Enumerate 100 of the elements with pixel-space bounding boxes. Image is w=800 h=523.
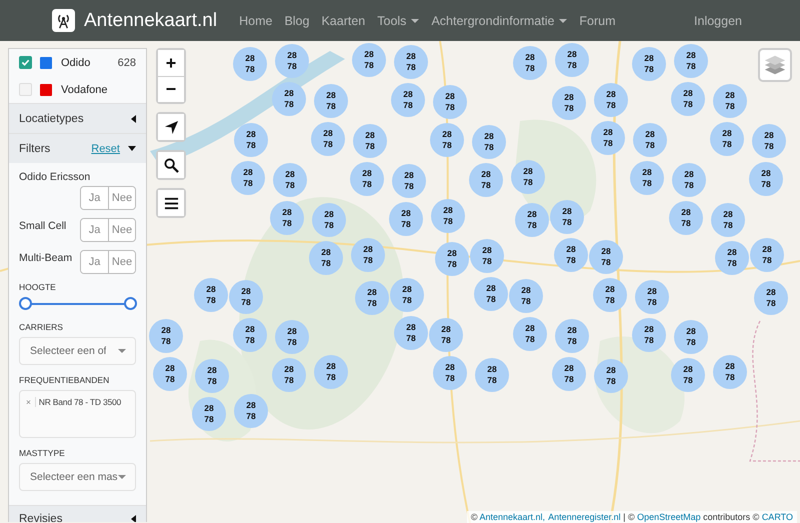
field-label: HOOGTE [19,282,57,292]
cluster-count: 78 [645,140,655,151]
cluster-count: 28 [282,207,292,218]
cluster-count: 28 [287,326,297,337]
slider-handle[interactable] [124,297,136,310]
cluster-count: 28 [241,286,251,297]
yes-toggle[interactable]: Ja [81,187,108,209]
cluster-count: 78 [285,180,295,191]
cluster-count: 78 [567,60,577,71]
cluster-count: 78 [284,99,294,110]
no-toggle[interactable]: Nee [108,219,135,241]
no-toggle[interactable]: Nee [108,187,135,209]
cluster-count: 78 [482,256,492,267]
cluster-count: 78 [606,376,616,387]
nav-dropdown[interactable]: Achtergrondinformatie [425,14,574,28]
cluster-count: 78 [243,178,253,189]
cluster-count: 78 [725,372,735,383]
antenna-logo-icon[interactable] [52,9,75,32]
cluster-count: 78 [282,218,292,229]
checkbox[interactable] [19,56,32,69]
cluster-count: 78 [681,218,691,229]
cluster-count: 28 [447,248,457,259]
locate-button[interactable] [158,114,184,140]
cluster-count: 78 [401,219,411,230]
cluster-count: 28 [441,324,451,335]
layers-button[interactable] [758,48,792,82]
yes-toggle[interactable]: Ja [81,251,108,273]
cluster-count: 78 [484,142,494,153]
section-title: Locatietypes [19,112,85,124]
cluster-count: 28 [324,209,334,220]
attribution-link[interactable]: Antennekaart.nl, [480,512,546,522]
cluster-count: 28 [161,325,171,336]
attribution-link[interactable]: CARTO [762,512,793,522]
cluster-count: 28 [362,168,372,179]
cluster-count: 28 [766,287,776,298]
search-button[interactable] [158,152,184,178]
cluster-count: 78 [207,376,217,387]
cluster-count: 28 [606,89,616,100]
cluster-count: 78 [562,217,572,228]
login-link[interactable]: Inloggen [688,14,748,28]
cluster-count: 28 [527,209,537,220]
nav-link[interactable]: Blog [278,14,316,28]
cluster-count: 78 [442,140,452,151]
cluster-count: 78 [321,258,331,269]
cluster-count: 78 [725,101,735,112]
cluster-count: 28 [326,90,336,101]
attribution-link[interactable]: Antenneregister.nl [548,512,621,522]
cluster-count: 28 [486,283,496,294]
cluster-count: 78 [287,337,297,348]
operator-count: 628 [118,56,136,68]
search-icon [164,158,178,172]
cluster-count: 78 [161,336,171,347]
cluster-count: 28 [606,365,616,376]
cluster-count: 78 [686,337,696,348]
cluster-count: 78 [564,103,574,114]
cluster-count: 28 [406,51,416,62]
cluster-count: 28 [401,208,411,219]
nav-link[interactable]: Home [233,14,278,28]
bands-multiselect[interactable]: × NR Band 78 - TD 3500 [19,390,136,438]
cluster-count: 28 [684,169,694,180]
cluster-count: 28 [567,49,577,60]
cluster-count: 28 [487,364,497,375]
cluster-count: 28 [683,88,693,99]
cluster-count: 78 [486,294,496,305]
cluster-count: 28 [761,168,771,179]
yes-toggle[interactable]: Ja [81,219,108,241]
cluster-count: 78 [722,139,732,150]
cluster-count: 78 [644,335,654,346]
site-name-link[interactable]: Antennekaart.nl [84,10,218,32]
nav-link[interactable]: Kaarten [315,14,372,28]
cluster-count: 28 [481,169,491,180]
section-header[interactable]: Locatietypes [9,103,146,133]
remove-tag-button[interactable]: × [26,397,36,407]
cluster-count: 78 [323,139,333,150]
cluster-count: 78 [443,216,453,227]
carriers-select[interactable]: Selecteer een of [19,337,136,365]
nav-link[interactable]: Forum [573,14,622,28]
cluster-count: 28 [285,169,295,180]
selected-band-tag: NR Band 78 - TD 3500 [38,397,122,407]
cluster-count: 78 [445,102,455,113]
cluster-count: 78 [727,258,737,269]
no-toggle[interactable]: Nee [108,251,135,273]
menu-button[interactable] [158,190,184,216]
cluster-count: 28 [284,88,294,99]
cluster-count: 28 [644,53,654,64]
operator-name: Vodafone [61,84,108,96]
zoom-out-button[interactable]: − [158,76,184,102]
cluster-count: 28 [601,246,611,257]
attribution-link[interactable]: OpenStreetMap [637,512,701,522]
section-header[interactable]: Revisies [9,505,146,522]
cluster-count: 28 [567,325,577,336]
section-header[interactable]: Filters Reset [9,133,146,163]
slider-handle[interactable] [18,297,32,310]
field-label: CARRIERS [19,322,64,332]
nav-dropdown[interactable]: Tools [371,14,426,28]
cluster-count: 78 [246,411,256,422]
masttype-select[interactable]: Selecteer een mas [19,463,136,491]
cluster-count: 78 [362,179,372,190]
cluster-count: 78 [527,220,537,231]
field-label: MASTTYPE [19,448,66,458]
